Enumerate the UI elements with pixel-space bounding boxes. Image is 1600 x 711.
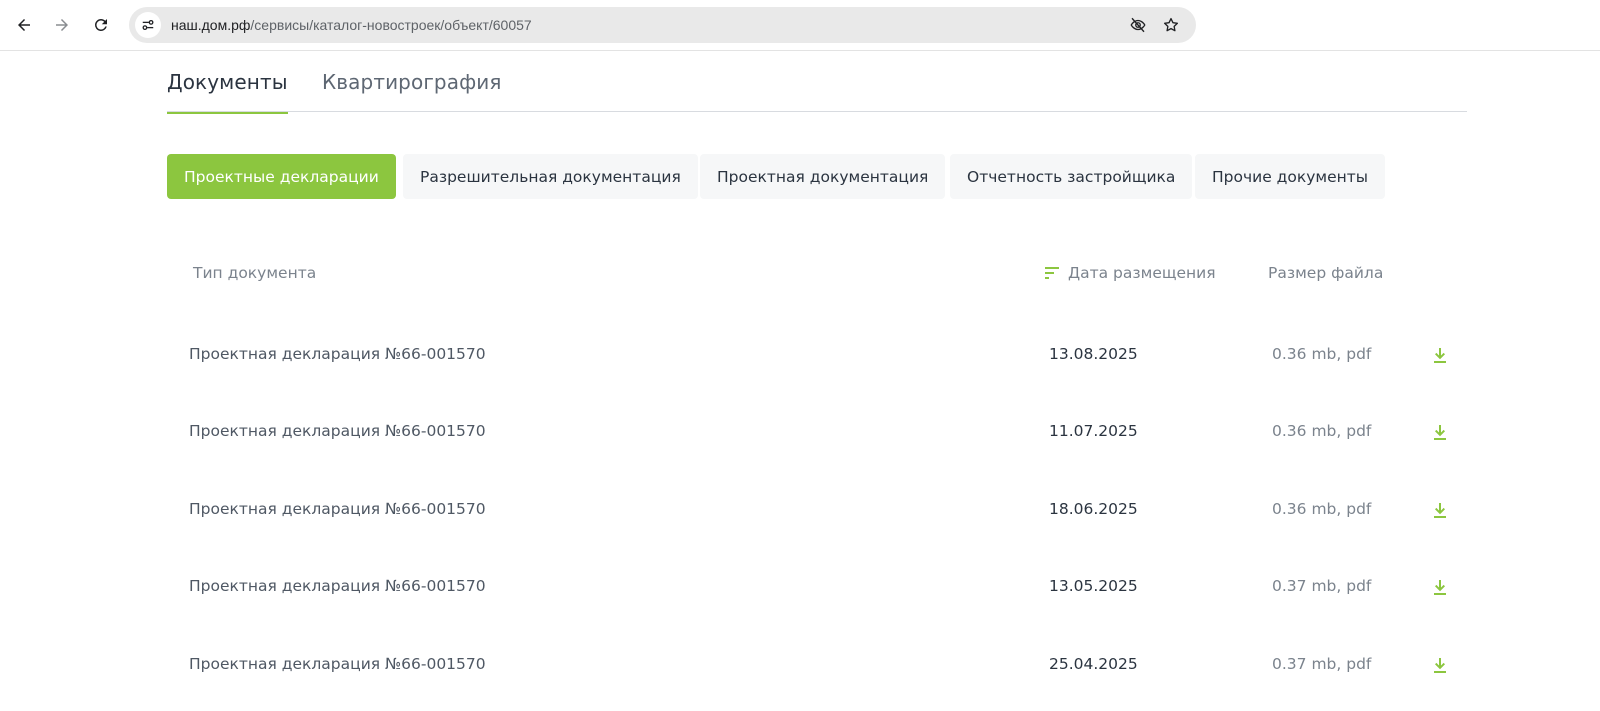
arrow-left-icon: [18, 19, 30, 31]
column-header-date[interactable]: Дата размещения: [1044, 264, 1216, 282]
document-date: 11.07.2025: [1049, 422, 1138, 440]
bookmark-button[interactable]: [1160, 14, 1182, 36]
filter-project-declarations[interactable]: Проектные декларации: [167, 154, 396, 199]
document-name: Проектная декларация №66-001570: [189, 655, 486, 673]
column-header-type: Тип документа: [193, 264, 317, 282]
document-size: 0.37 mb, pdf: [1272, 655, 1372, 673]
download-icon: [1434, 503, 1446, 518]
download-icon: [1434, 658, 1446, 673]
document-name: Проектная декларация №66-001570: [189, 500, 486, 518]
site-info-button[interactable]: [135, 12, 161, 38]
address-bar[interactable]: наш.дом.рф/сервисы/каталог-новостроек/об…: [129, 7, 1196, 43]
download-icon: [1434, 348, 1446, 363]
document-date: 25.04.2025: [1049, 655, 1138, 673]
document-size: 0.36 mb, pdf: [1272, 422, 1372, 440]
star-icon: [1163, 17, 1179, 32]
url-host: наш.дом.рф: [171, 17, 251, 33]
download-button[interactable]: [1429, 654, 1451, 676]
download-button[interactable]: [1429, 421, 1451, 443]
download-icon: [1434, 580, 1446, 595]
tab-documents[interactable]: Документы: [167, 70, 288, 114]
browser-toolbar: наш.дом.рф/сервисы/каталог-новостроек/об…: [0, 0, 1600, 51]
filter-other-documents[interactable]: Прочие документы: [1195, 154, 1386, 199]
back-button[interactable]: [9, 10, 39, 40]
download-button[interactable]: [1429, 576, 1451, 598]
url-path: /сервисы/каталог-новостроек/объект/60057: [250, 17, 532, 33]
filter-project-documents[interactable]: Проектная документация: [700, 154, 946, 199]
document-name: Проектная декларация №66-001570: [189, 345, 486, 363]
tune-icon: [142, 19, 154, 31]
document-name: Проектная декларация №66-001570: [189, 422, 486, 440]
table-row: Проектная декларация №66-001570 13.05.20…: [0, 567, 1600, 607]
document-date: 18.06.2025: [1049, 500, 1138, 518]
arrow-right-icon: [56, 19, 68, 31]
document-size: 0.36 mb, pdf: [1272, 345, 1372, 363]
filter-developer-reports[interactable]: Отчетность застройщика: [950, 154, 1193, 199]
table-row: Проектная декларация №66-001570 18.06.20…: [0, 490, 1600, 530]
download-button[interactable]: [1429, 344, 1451, 366]
column-header-date-label: Дата размещения: [1068, 264, 1216, 282]
url-text[interactable]: наш.дом.рф/сервисы/каталог-новостроек/об…: [171, 17, 532, 33]
table-row: Проектная декларация №66-001570 13.08.20…: [0, 335, 1600, 375]
document-date: 13.08.2025: [1049, 345, 1138, 363]
table-header: Тип документа Дата размещения Размер фай…: [0, 264, 1600, 288]
eye-off-icon: [1130, 17, 1146, 33]
reload-icon: [94, 18, 107, 31]
document-name: Проектная декларация №66-001570: [189, 577, 486, 595]
forward-button[interactable]: [47, 10, 77, 40]
reload-button[interactable]: [86, 10, 116, 40]
section-tabs: Документы Квартирография: [167, 70, 1467, 114]
download-icon: [1434, 425, 1446, 440]
sort-icon: [1045, 267, 1059, 279]
filter-permit-documents[interactable]: Разрешительная документация: [403, 154, 698, 199]
table-row: Проектная декларация №66-001570 11.07.20…: [0, 412, 1600, 452]
page-content: Документы Квартирография Проектные декла…: [0, 52, 1600, 711]
tracking-protection-button[interactable]: [1127, 14, 1149, 36]
document-size: 0.37 mb, pdf: [1272, 577, 1372, 595]
document-date: 13.05.2025: [1049, 577, 1138, 595]
document-size: 0.36 mb, pdf: [1272, 500, 1372, 518]
column-header-size: Размер файла: [1268, 264, 1384, 282]
table-row: Проектная декларация №66-001570 25.04.20…: [0, 645, 1600, 685]
download-button[interactable]: [1429, 499, 1451, 521]
tab-apartments[interactable]: Квартирография: [322, 70, 502, 112]
